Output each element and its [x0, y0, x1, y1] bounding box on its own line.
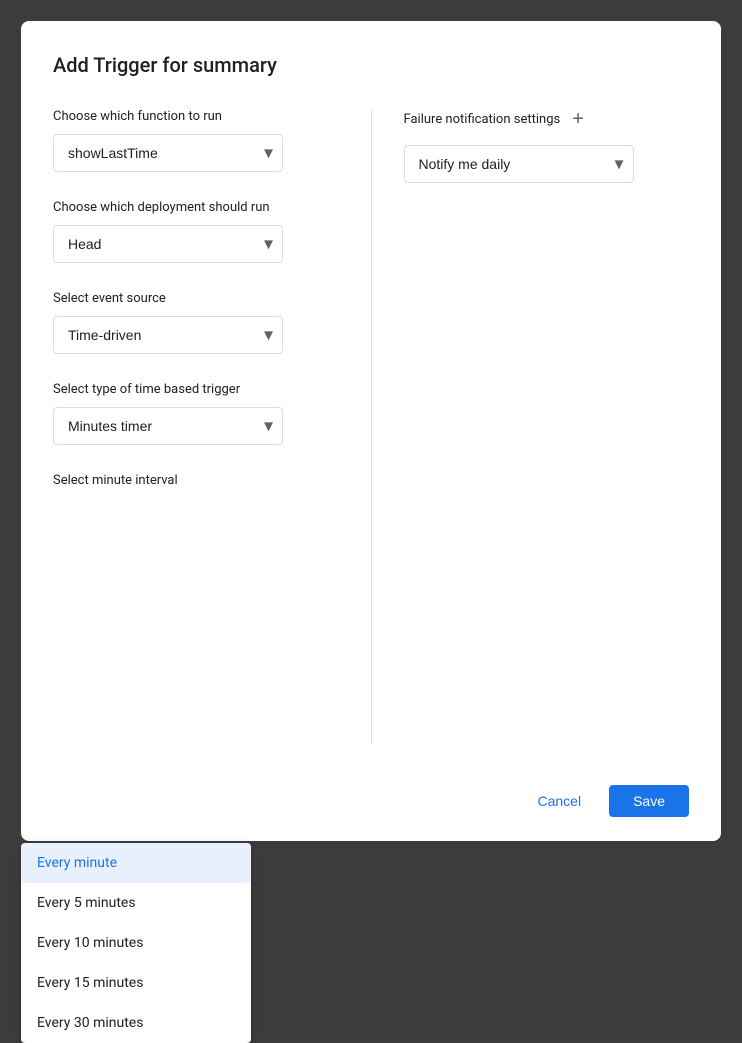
cancel-button[interactable]: Cancel [521, 785, 597, 817]
dialog-footer: Cancel Save [53, 769, 689, 817]
interval-label: Select minute interval [53, 473, 339, 488]
add-notification-button[interactable]: + [572, 109, 584, 129]
function-select-wrapper: showLastTime ▾ [53, 134, 283, 172]
add-trigger-dialog: Add Trigger for summary Choose which fun… [21, 21, 721, 841]
deployment-select-wrapper: Head ▾ [53, 225, 283, 263]
notification-select-wrapper: Notify me daily Notify me immediately No… [404, 145, 634, 183]
function-field-group: Choose which function to run showLastTim… [53, 109, 339, 172]
interval-dropdown-menu: Every minute Every 5 minutes Every 10 mi… [21, 843, 251, 1043]
interval-field-group: Select minute interval Every minute Ever… [53, 473, 339, 488]
event-source-field-group: Select event source Time-driven ▾ [53, 291, 339, 354]
function-label: Choose which function to run [53, 109, 339, 124]
event-source-label: Select event source [53, 291, 339, 306]
event-source-select-wrapper: Time-driven ▾ [53, 316, 283, 354]
function-select[interactable]: showLastTime [53, 134, 283, 172]
deployment-label: Choose which deployment should run [53, 200, 339, 215]
interval-option-1[interactable]: Every 5 minutes [21, 883, 251, 923]
trigger-type-field-group: Select type of time based trigger Minute… [53, 382, 339, 445]
right-panel: Failure notification settings + Notify m… [372, 109, 690, 745]
deployment-field-group: Choose which deployment should run Head … [53, 200, 339, 263]
interval-option-3[interactable]: Every 15 minutes [21, 963, 251, 1003]
interval-option-0[interactable]: Every minute [21, 843, 251, 883]
notification-select[interactable]: Notify me daily Notify me immediately No… [404, 145, 634, 183]
interval-option-4[interactable]: Every 30 minutes [21, 1003, 251, 1043]
trigger-type-select-wrapper: Minutes timer ▾ [53, 407, 283, 445]
dialog-title: Add Trigger for summary [53, 53, 689, 77]
save-button[interactable]: Save [609, 785, 689, 817]
left-panel: Choose which function to run showLastTim… [53, 109, 372, 745]
deployment-select[interactable]: Head [53, 225, 283, 263]
dialog-body: Choose which function to run showLastTim… [53, 109, 689, 745]
event-source-select[interactable]: Time-driven [53, 316, 283, 354]
interval-option-2[interactable]: Every 10 minutes [21, 923, 251, 963]
notification-section-header: Failure notification settings + [404, 109, 690, 129]
notification-label: Failure notification settings [404, 112, 561, 127]
trigger-type-label: Select type of time based trigger [53, 382, 339, 397]
trigger-type-select[interactable]: Minutes timer [53, 407, 283, 445]
